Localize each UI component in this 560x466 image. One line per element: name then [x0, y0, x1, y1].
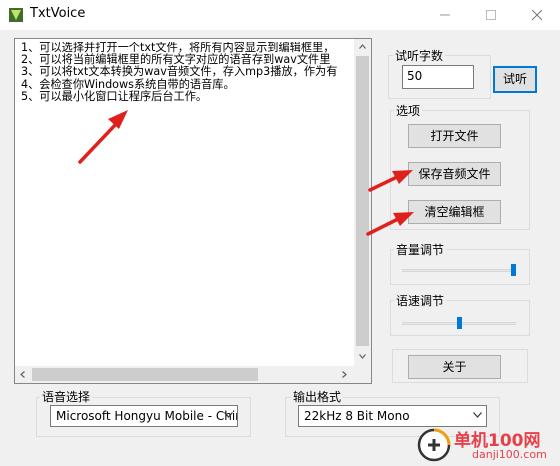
- red-arrow-icon: [366, 212, 414, 236]
- annotation-arrows: [78, 110, 414, 236]
- watermark-url: danji100.com: [472, 448, 547, 461]
- watermark: 单机100网 danji100.com: [414, 426, 560, 466]
- red-arrow-icon: [368, 170, 413, 192]
- watermark-logo-icon: [417, 428, 451, 462]
- red-arrow-icon: [78, 110, 128, 164]
